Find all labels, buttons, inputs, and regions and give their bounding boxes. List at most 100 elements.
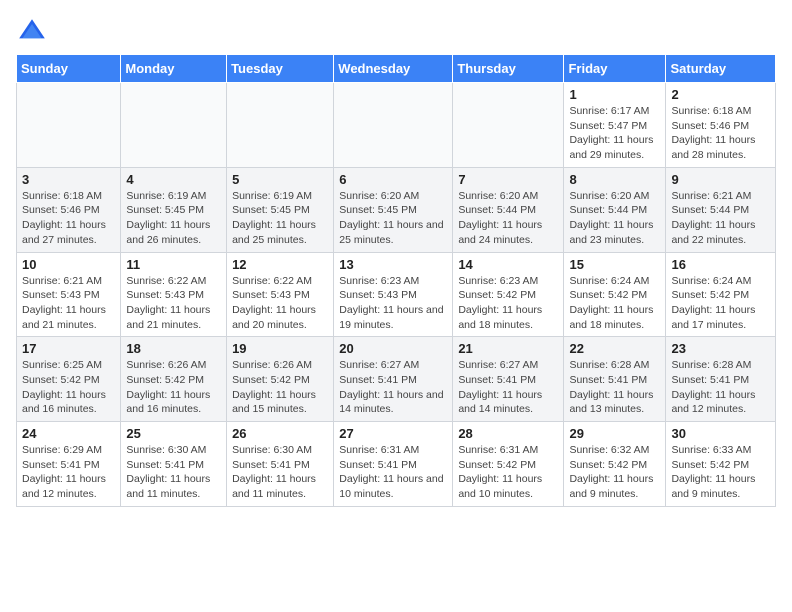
calendar-cell: 2 Sunrise: 6:18 AM Sunset: 5:46 PM Daylig… xyxy=(666,83,776,168)
calendar-cell xyxy=(121,83,227,168)
day-number: 16 xyxy=(671,257,770,272)
calendar-table: SundayMondayTuesdayWednesdayThursdayFrid… xyxy=(16,54,776,507)
day-number: 9 xyxy=(671,172,770,187)
calendar-cell: 27 Sunrise: 6:31 AM Sunset: 5:41 PM Dayli… xyxy=(334,422,453,507)
calendar-cell: 24Sunrise: 6:29 AM Sunset: 5:41 PM Dayli… xyxy=(17,422,121,507)
day-number: 26 xyxy=(232,426,328,441)
day-info: Sunrise: 6:31 AM Sunset: 5:41 PM Dayligh… xyxy=(339,443,447,502)
calendar-cell: 28Sunrise: 6:31 AM Sunset: 5:42 PM Dayli… xyxy=(453,422,564,507)
calendar-cell: 10Sunrise: 6:21 AM Sunset: 5:43 PM Dayli… xyxy=(17,252,121,337)
calendar-cell: 30 Sunrise: 6:33 AM Sunset: 5:42 PM Dayli… xyxy=(666,422,776,507)
day-info: Sunrise: 6:18 AM Sunset: 5:46 PM Dayligh… xyxy=(22,189,115,248)
calendar-cell: 19 Sunrise: 6:26 AM Sunset: 5:42 PM Dayli… xyxy=(227,337,334,422)
calendar-cell xyxy=(227,83,334,168)
day-info: Sunrise: 6:30 AM Sunset: 5:41 PM Dayligh… xyxy=(126,443,221,502)
day-number: 19 xyxy=(232,341,328,356)
day-number: 13 xyxy=(339,257,447,272)
calendar-week-0: 1 Sunrise: 6:17 AM Sunset: 5:47 PM Daylig… xyxy=(17,83,776,168)
calendar-cell: 21 Sunrise: 6:27 AM Sunset: 5:41 PM Dayli… xyxy=(453,337,564,422)
logo xyxy=(16,16,52,48)
day-number: 11 xyxy=(126,257,221,272)
calendar-cell xyxy=(17,83,121,168)
day-number: 21 xyxy=(458,341,558,356)
day-info: Sunrise: 6:27 AM Sunset: 5:41 PM Dayligh… xyxy=(458,358,558,417)
calendar-cell: 3 Sunrise: 6:18 AM Sunset: 5:46 PM Daylig… xyxy=(17,167,121,252)
calendar-cell: 14 Sunrise: 6:23 AM Sunset: 5:42 PM Dayli… xyxy=(453,252,564,337)
day-header-friday: Friday xyxy=(564,55,666,83)
calendar-cell: 16 Sunrise: 6:24 AM Sunset: 5:42 PM Dayli… xyxy=(666,252,776,337)
day-info: Sunrise: 6:19 AM Sunset: 5:45 PM Dayligh… xyxy=(126,189,221,248)
day-info: Sunrise: 6:26 AM Sunset: 5:42 PM Dayligh… xyxy=(126,358,221,417)
day-info: Sunrise: 6:28 AM Sunset: 5:41 PM Dayligh… xyxy=(569,358,660,417)
day-number: 8 xyxy=(569,172,660,187)
day-info: Sunrise: 6:32 AM Sunset: 5:42 PM Dayligh… xyxy=(569,443,660,502)
day-number: 29 xyxy=(569,426,660,441)
header xyxy=(16,16,776,48)
day-header-tuesday: Tuesday xyxy=(227,55,334,83)
day-number: 15 xyxy=(569,257,660,272)
calendar-cell: 6 Sunrise: 6:20 AM Sunset: 5:45 PM Daylig… xyxy=(334,167,453,252)
calendar-cell: 1 Sunrise: 6:17 AM Sunset: 5:47 PM Daylig… xyxy=(564,83,666,168)
calendar-week-2: 10Sunrise: 6:21 AM Sunset: 5:43 PM Dayli… xyxy=(17,252,776,337)
calendar-cell: 5 Sunrise: 6:19 AM Sunset: 5:45 PM Daylig… xyxy=(227,167,334,252)
calendar-cell xyxy=(453,83,564,168)
day-info: Sunrise: 6:27 AM Sunset: 5:41 PM Dayligh… xyxy=(339,358,447,417)
calendar-cell: 22Sunrise: 6:28 AM Sunset: 5:41 PM Dayli… xyxy=(564,337,666,422)
calendar-cell: 26 Sunrise: 6:30 AM Sunset: 5:41 PM Dayli… xyxy=(227,422,334,507)
calendar-cell: 4 Sunrise: 6:19 AM Sunset: 5:45 PM Daylig… xyxy=(121,167,227,252)
calendar-cell: 9 Sunrise: 6:21 AM Sunset: 5:44 PM Daylig… xyxy=(666,167,776,252)
calendar-cell: 15 Sunrise: 6:24 AM Sunset: 5:42 PM Dayli… xyxy=(564,252,666,337)
day-number: 20 xyxy=(339,341,447,356)
day-number: 14 xyxy=(458,257,558,272)
day-header-sunday: Sunday xyxy=(17,55,121,83)
calendar-cell: 25 Sunrise: 6:30 AM Sunset: 5:41 PM Dayli… xyxy=(121,422,227,507)
day-info: Sunrise: 6:30 AM Sunset: 5:41 PM Dayligh… xyxy=(232,443,328,502)
calendar-week-4: 24Sunrise: 6:29 AM Sunset: 5:41 PM Dayli… xyxy=(17,422,776,507)
calendar-cell: 17 Sunrise: 6:25 AM Sunset: 5:42 PM Dayli… xyxy=(17,337,121,422)
day-number: 5 xyxy=(232,172,328,187)
calendar-header: SundayMondayTuesdayWednesdayThursdayFrid… xyxy=(17,55,776,83)
day-number: 12 xyxy=(232,257,328,272)
calendar-cell: 11 Sunrise: 6:22 AM Sunset: 5:43 PM Dayli… xyxy=(121,252,227,337)
calendar-week-1: 3 Sunrise: 6:18 AM Sunset: 5:46 PM Daylig… xyxy=(17,167,776,252)
day-info: Sunrise: 6:25 AM Sunset: 5:42 PM Dayligh… xyxy=(22,358,115,417)
day-info: Sunrise: 6:20 AM Sunset: 5:45 PM Dayligh… xyxy=(339,189,447,248)
day-number: 6 xyxy=(339,172,447,187)
day-number: 30 xyxy=(671,426,770,441)
day-info: Sunrise: 6:17 AM Sunset: 5:47 PM Dayligh… xyxy=(569,104,660,163)
day-info: Sunrise: 6:19 AM Sunset: 5:45 PM Dayligh… xyxy=(232,189,328,248)
day-info: Sunrise: 6:31 AM Sunset: 5:42 PM Dayligh… xyxy=(458,443,558,502)
day-info: Sunrise: 6:33 AM Sunset: 5:42 PM Dayligh… xyxy=(671,443,770,502)
day-info: Sunrise: 6:23 AM Sunset: 5:42 PM Dayligh… xyxy=(458,274,558,333)
day-number: 18 xyxy=(126,341,221,356)
day-info: Sunrise: 6:21 AM Sunset: 5:43 PM Dayligh… xyxy=(22,274,115,333)
calendar-week-3: 17 Sunrise: 6:25 AM Sunset: 5:42 PM Dayli… xyxy=(17,337,776,422)
day-header-monday: Monday xyxy=(121,55,227,83)
day-info: Sunrise: 6:24 AM Sunset: 5:42 PM Dayligh… xyxy=(671,274,770,333)
calendar-cell: 8 Sunrise: 6:20 AM Sunset: 5:44 PM Daylig… xyxy=(564,167,666,252)
calendar-cell: 23Sunrise: 6:28 AM Sunset: 5:41 PM Dayli… xyxy=(666,337,776,422)
calendar-cell: 7 Sunrise: 6:20 AM Sunset: 5:44 PM Daylig… xyxy=(453,167,564,252)
day-info: Sunrise: 6:20 AM Sunset: 5:44 PM Dayligh… xyxy=(569,189,660,248)
day-number: 25 xyxy=(126,426,221,441)
day-number: 7 xyxy=(458,172,558,187)
calendar-cell: 29 Sunrise: 6:32 AM Sunset: 5:42 PM Dayli… xyxy=(564,422,666,507)
day-info: Sunrise: 6:24 AM Sunset: 5:42 PM Dayligh… xyxy=(569,274,660,333)
calendar-cell: 18 Sunrise: 6:26 AM Sunset: 5:42 PM Dayli… xyxy=(121,337,227,422)
calendar-cell: 12Sunrise: 6:22 AM Sunset: 5:43 PM Dayli… xyxy=(227,252,334,337)
day-info: Sunrise: 6:20 AM Sunset: 5:44 PM Dayligh… xyxy=(458,189,558,248)
day-number: 4 xyxy=(126,172,221,187)
day-number: 17 xyxy=(22,341,115,356)
day-number: 2 xyxy=(671,87,770,102)
day-info: Sunrise: 6:18 AM Sunset: 5:46 PM Dayligh… xyxy=(671,104,770,163)
day-header-saturday: Saturday xyxy=(666,55,776,83)
day-number: 3 xyxy=(22,172,115,187)
calendar-cell: 13Sunrise: 6:23 AM Sunset: 5:43 PM Dayli… xyxy=(334,252,453,337)
logo-icon xyxy=(16,16,48,48)
day-number: 23 xyxy=(671,341,770,356)
day-info: Sunrise: 6:21 AM Sunset: 5:44 PM Dayligh… xyxy=(671,189,770,248)
day-number: 1 xyxy=(569,87,660,102)
day-info: Sunrise: 6:26 AM Sunset: 5:42 PM Dayligh… xyxy=(232,358,328,417)
day-info: Sunrise: 6:22 AM Sunset: 5:43 PM Dayligh… xyxy=(126,274,221,333)
day-number: 27 xyxy=(339,426,447,441)
